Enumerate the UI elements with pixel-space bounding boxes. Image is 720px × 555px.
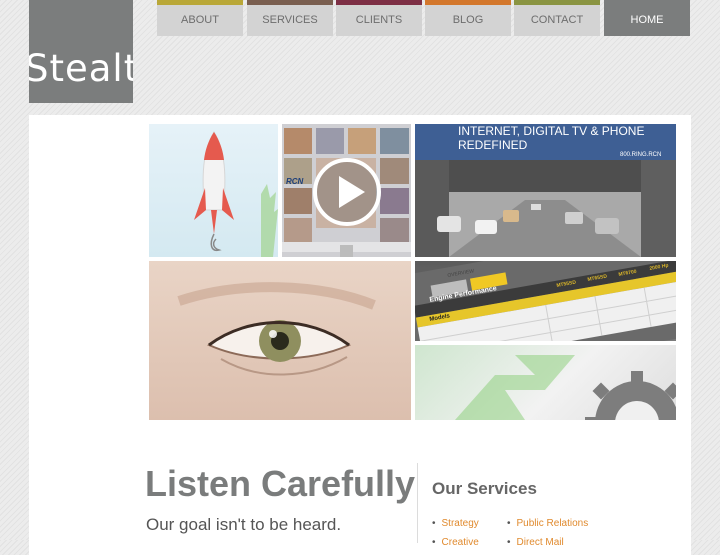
service-link-direct-mail[interactable]: Direct Mail xyxy=(517,537,564,548)
gear-graphic-image xyxy=(415,345,676,420)
nav-services[interactable]: SERVICES xyxy=(247,0,333,36)
bullet-icon: • xyxy=(432,537,436,548)
stealth-logo[interactable]: Stealth xyxy=(29,0,133,103)
page-headline: Listen Carefully xyxy=(145,463,416,504)
services-title: Our Services xyxy=(432,479,537,498)
nav-contact[interactable]: CONTACT xyxy=(514,0,600,36)
engine-performance-table-image: OVERVIEW Engine Performance Models MT55S… xyxy=(415,261,676,341)
bullet-icon: • xyxy=(507,518,511,529)
bullet-icon: • xyxy=(432,518,436,529)
service-link-public-relations[interactable]: Public Relations xyxy=(517,518,589,529)
nav-home[interactable]: HOME xyxy=(604,0,690,36)
page-tagline: Our goal isn't to be heard. xyxy=(146,515,342,534)
bullet-icon: • xyxy=(507,537,511,548)
nav-clients[interactable]: CLIENTS xyxy=(336,0,422,36)
play-icon[interactable] xyxy=(312,157,382,227)
service-link-strategy[interactable]: Strategy xyxy=(442,518,479,529)
rocket-image xyxy=(149,124,278,257)
service-item[interactable]: • Public Relations xyxy=(507,518,588,529)
service-item[interactable]: • Direct Mail xyxy=(507,537,564,548)
service-item[interactable]: • Strategy xyxy=(432,518,479,529)
tv-logo: RCN xyxy=(286,177,304,186)
nav-about[interactable]: ABOUT xyxy=(157,0,243,36)
logo-text: Stealth xyxy=(29,47,133,90)
nav-blog[interactable]: BLOG xyxy=(425,0,511,36)
billboard-phone: 800.RING.RCN xyxy=(620,152,662,158)
column-divider xyxy=(417,463,418,543)
service-link-creative[interactable]: Creative xyxy=(442,537,479,548)
service-item[interactable]: • Creative xyxy=(432,537,479,548)
eye-closeup-image xyxy=(149,261,411,420)
billboard-street-image: INTERNET, DIGITAL TV & PHONE REDEFINED 8… xyxy=(415,124,676,257)
tv-video-thumbnail[interactable]: RCN xyxy=(282,124,411,257)
billboard-line1: INTERNET, DIGITAL TV & PHONE xyxy=(458,124,645,138)
billboard-line2: REDEFINED xyxy=(458,138,528,152)
